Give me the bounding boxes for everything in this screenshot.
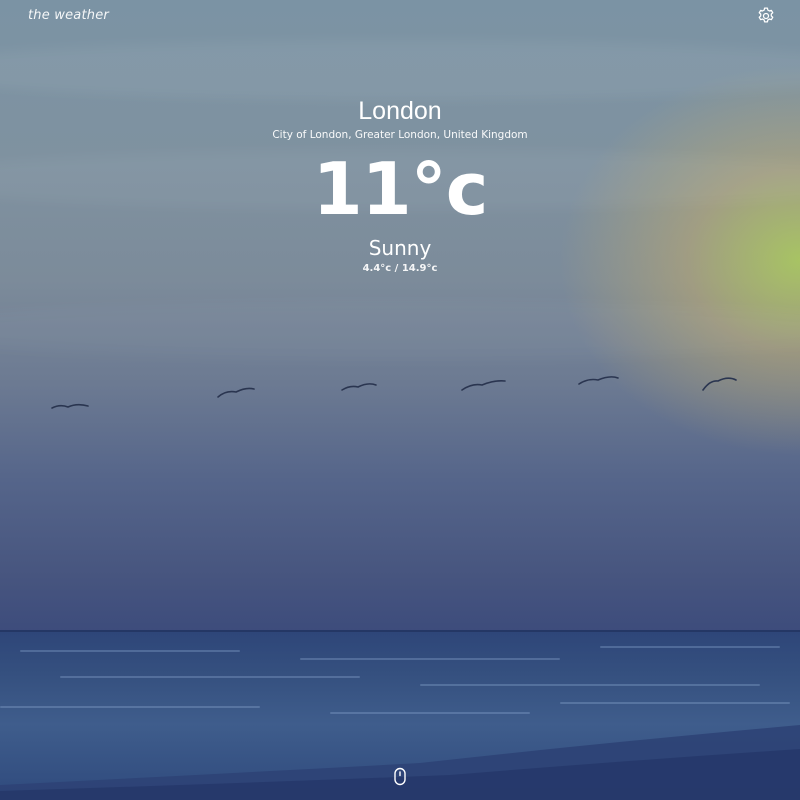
temperature-range: 4.4°c / 14.9°c (362, 263, 438, 274)
top-bar: the weather (0, 0, 800, 34)
bird (217, 387, 255, 398)
gear-icon (758, 7, 774, 23)
mouse-icon (394, 767, 406, 786)
bird (702, 377, 737, 391)
shoreline (0, 725, 800, 800)
scroll-down-button[interactable] (393, 767, 407, 787)
bird (341, 383, 377, 391)
city-name: London (358, 97, 442, 125)
app-title: the weather (28, 8, 109, 23)
region-name: City of London, Greater London, United K… (272, 129, 528, 141)
weather-panel: London City of London, Greater London, U… (0, 96, 800, 277)
current-temperature: 11°c (312, 147, 489, 231)
weather-condition: Sunny (368, 236, 432, 260)
bird (51, 403, 89, 409)
bird (461, 380, 506, 391)
bird (578, 376, 619, 385)
settings-button[interactable] (756, 6, 776, 26)
